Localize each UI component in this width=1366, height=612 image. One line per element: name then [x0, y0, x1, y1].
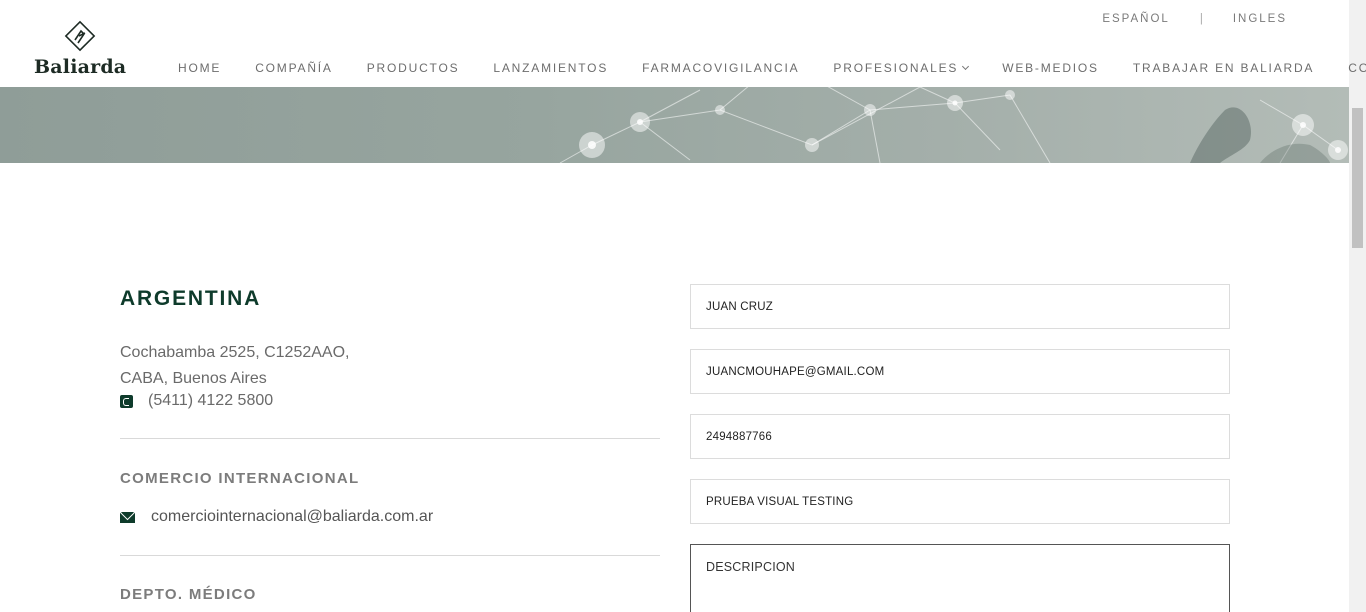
section-title-depto-medico: DEPTO. MÉDICO	[120, 586, 257, 603]
nav-lanzamientos-label: LANZAMIENTOS	[493, 61, 609, 75]
email-field[interactable]: JUANCMOUHAPE@GMAIL.COM	[690, 349, 1230, 394]
nav-trabajar[interactable]: TRABAJAR EN BALIARDA	[1133, 61, 1314, 75]
nav-productos[interactable]: PRODUCTOS	[367, 61, 460, 75]
phone-number[interactable]: (5411) 4122 5800	[148, 392, 273, 410]
nav-farmacovigilancia-label: FARMACOVIGILANCIA	[642, 61, 800, 75]
page-scrollbar[interactable]	[1349, 0, 1366, 612]
phone-value: 2494887766	[706, 430, 772, 443]
name-value: JUAN CRUZ	[706, 300, 773, 313]
nav-web-medios[interactable]: WEB-MEDIOS	[1002, 61, 1099, 75]
nav-profesionales[interactable]: PROFESIONALES	[833, 61, 970, 75]
section-title-comercio: COMERCIO INTERNACIONAL	[120, 470, 360, 487]
country-heading: ARGENTINA	[120, 287, 262, 310]
nav-contacto-label: CONTACTO	[1348, 61, 1366, 75]
email-row: comerciointernacional@baliarda.com.ar	[120, 508, 660, 526]
nav-farmacovigilancia[interactable]: FARMACOVIGILANCIA	[642, 61, 799, 75]
chevron-down-icon	[962, 62, 970, 71]
nav-productos-label: PRODUCTOS	[366, 61, 460, 75]
phone-icon	[120, 394, 133, 408]
nav-compania[interactable]: COMPAÑÍA	[255, 61, 333, 75]
nav-profesionales-label: PROFESIONALES	[833, 61, 959, 75]
address-line-1: Cochabamba 2525, C1252AAO,	[120, 344, 350, 361]
language-switcher: ESPAÑOL | INGLES	[1102, 13, 1287, 25]
nav-home[interactable]: HOME	[178, 61, 221, 75]
name-field[interactable]: JUAN CRUZ	[690, 284, 1230, 329]
email-link[interactable]: comerciointernacional@baliarda.com.ar	[151, 508, 433, 526]
brand-logo[interactable]: Baliarda	[34, 20, 130, 80]
address: Cochabamba 2525, C1252AAO, CABA, Buenos …	[120, 340, 660, 392]
nav-home-label: HOME	[178, 61, 222, 75]
envelope-icon	[120, 511, 135, 523]
divider	[120, 438, 660, 439]
nav-trabajar-label: TRABAJAR EN BALIARDA	[1132, 61, 1315, 75]
divider	[120, 555, 660, 556]
email-value: JUANCMOUHAPE@GMAIL.COM	[706, 365, 885, 378]
network-graphic	[559, 87, 1348, 163]
logo-mark-icon	[64, 20, 96, 52]
nav-lanzamientos[interactable]: LANZAMIENTOS	[493, 61, 608, 75]
address-line-2: CABA, Buenos Aires	[120, 370, 267, 387]
hero-banner	[0, 87, 1349, 163]
subject-value: PRUEBA VISUAL TESTING	[706, 495, 854, 508]
nav-web-medios-label: WEB-MEDIOS	[1002, 61, 1099, 75]
site-header: Baliarda ESPAÑOL | INGLES HOME COMPAÑÍA …	[0, 0, 1366, 87]
lang-ingles[interactable]: INGLES	[1233, 13, 1287, 25]
description-placeholder: DESCRIPCION	[706, 560, 796, 574]
subject-field[interactable]: PRUEBA VISUAL TESTING	[690, 479, 1230, 524]
phone-field[interactable]: 2494887766	[690, 414, 1230, 459]
lang-espanol[interactable]: ESPAÑOL	[1102, 13, 1169, 25]
nav-compania-label: COMPAÑÍA	[255, 61, 333, 75]
scrollbar-thumb[interactable]	[1352, 108, 1363, 248]
contact-form: JUAN CRUZ JUANCMOUHAPE@GMAIL.COM 2494887…	[690, 284, 1230, 612]
phone-row: (5411) 4122 5800	[120, 392, 660, 410]
nav-contacto[interactable]: CONTACTO	[1348, 61, 1366, 75]
main-nav: HOME COMPAÑÍA PRODUCTOS LANZAMIENTOS FAR…	[178, 61, 1366, 75]
contact-info: ARGENTINA Cochabamba 2525, C1252AAO, CAB…	[120, 287, 660, 603]
brand-name: Baliarda	[34, 56, 127, 78]
description-textarea[interactable]: DESCRIPCION	[690, 544, 1230, 612]
lang-separator: |	[1199, 13, 1203, 25]
